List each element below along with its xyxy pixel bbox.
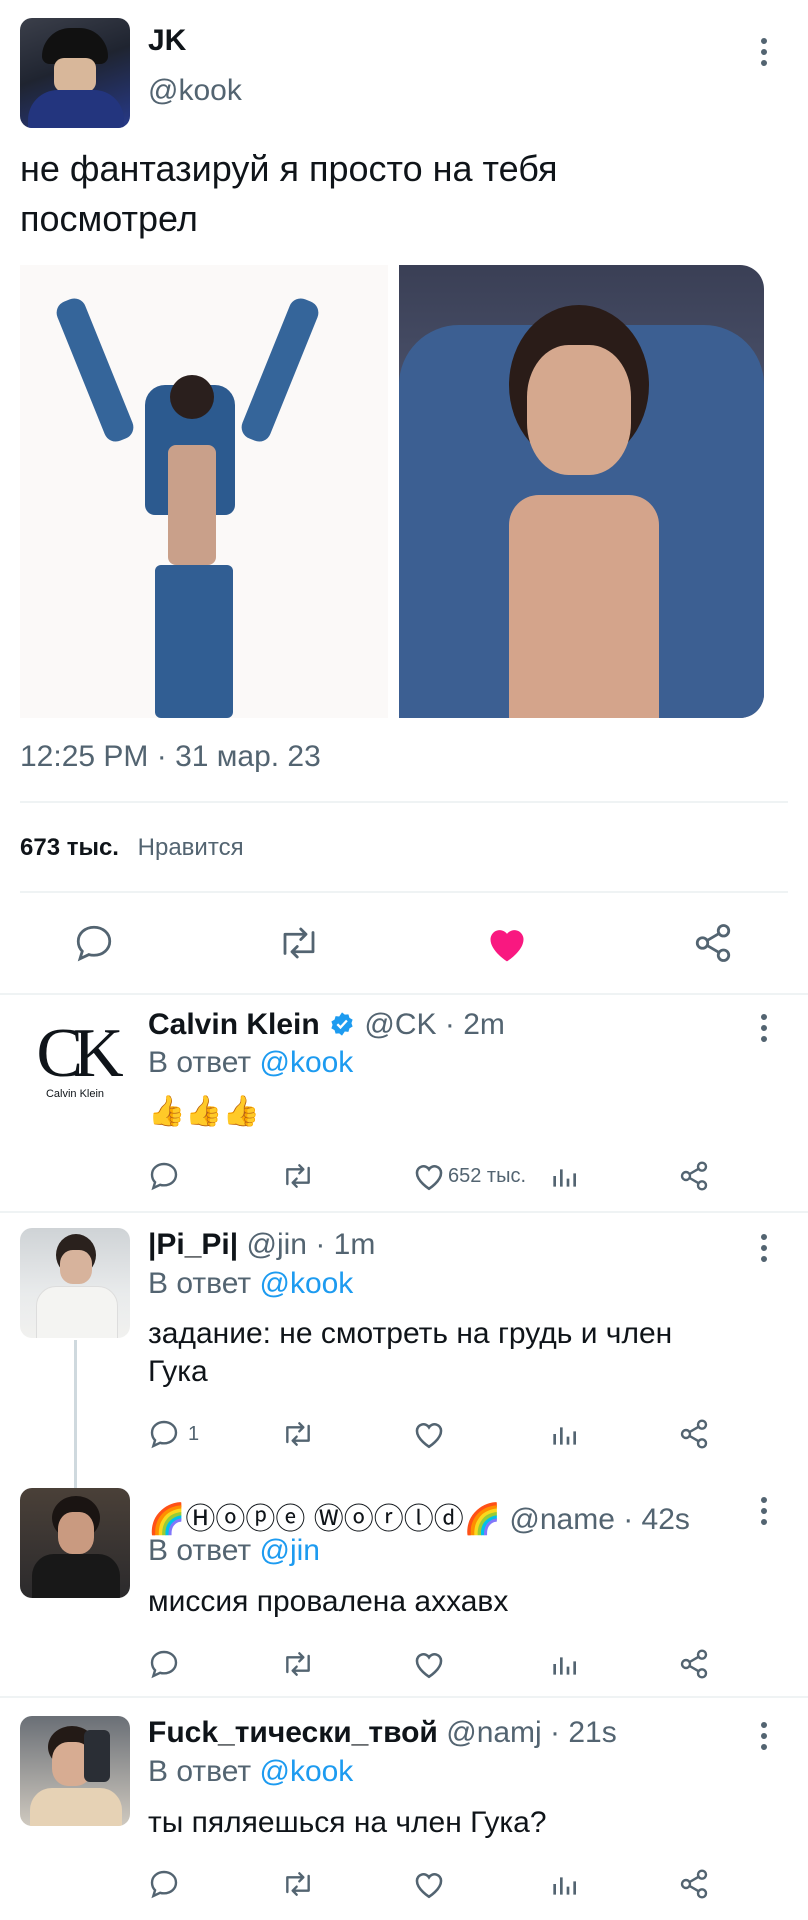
reply-context: В ответ @kook — [148, 1267, 353, 1301]
ck-mark: CK — [36, 1015, 123, 1092]
share-icon[interactable] — [678, 1418, 710, 1450]
reply-prefix: В ответ — [148, 1046, 252, 1079]
reply-icon[interactable] — [148, 1648, 180, 1680]
reply-context: В ответ @kook — [148, 1046, 353, 1080]
reply-to-handle[interactable]: @jin — [259, 1534, 319, 1567]
reply-text-line: задание: не смотреть на грудь и член — [148, 1317, 673, 1350]
share-icon[interactable] — [678, 1160, 710, 1192]
share-icon[interactable] — [678, 1648, 710, 1680]
divider — [0, 1211, 808, 1213]
likes-stats[interactable]: 673 тыс. Нравится — [20, 834, 244, 862]
retweet-icon[interactable] — [280, 1868, 316, 1900]
reply-text: ты пяляешься на член Гука? — [148, 1806, 547, 1839]
reply-count: 1 — [188, 1423, 200, 1445]
reply-prefix: В ответ — [148, 1534, 252, 1567]
reply-header: Fuck_тически_твой @namj · 21s — [148, 1716, 617, 1750]
views-icon[interactable] — [548, 1160, 580, 1192]
reply-to-handle[interactable]: @kook — [259, 1046, 353, 1079]
reply-text: 👍👍👍 — [148, 1095, 261, 1128]
divider — [0, 1696, 808, 1698]
reply-text-line: Гука — [148, 1355, 208, 1388]
divider — [0, 993, 808, 995]
tweet-photo-2[interactable] — [399, 265, 764, 718]
reply-context: В ответ @kook — [148, 1755, 353, 1789]
author-avatar[interactable] — [20, 18, 130, 128]
tweet-text-line: посмотрел — [20, 198, 198, 239]
tweet-timestamp[interactable]: 12:25 PM · 31 мар. 23 — [20, 740, 321, 774]
verified-badge-icon — [331, 1012, 353, 1036]
views-icon[interactable] — [548, 1418, 580, 1450]
author-name[interactable]: JK — [148, 24, 186, 58]
share-icon[interactable] — [692, 922, 734, 964]
views-icon[interactable] — [548, 1868, 580, 1900]
more-options-icon[interactable] — [759, 1014, 769, 1047]
reply-prefix: В ответ — [148, 1267, 252, 1300]
like-count: 652 тыс. — [448, 1165, 527, 1187]
reply-author-name[interactable]: Calvin Klein — [148, 1008, 320, 1041]
more-options-icon[interactable] — [759, 1722, 769, 1755]
like-icon[interactable] — [412, 1648, 446, 1680]
tweet-photo-1[interactable] — [20, 265, 388, 718]
reply-icon[interactable] — [148, 1868, 180, 1900]
divider — [20, 891, 788, 893]
divider — [20, 801, 788, 803]
likes-label: Нравится — [137, 834, 244, 861]
retweet-icon[interactable] — [280, 1648, 316, 1680]
reply-icon[interactable] — [73, 922, 115, 964]
more-options-icon[interactable] — [759, 1497, 769, 1530]
reply-handle[interactable]: @CK · 2m — [364, 1008, 504, 1041]
thread-line — [74, 1340, 77, 1488]
reply-handle[interactable]: @jin · 1m — [247, 1228, 376, 1261]
reply-avatar[interactable] — [20, 1488, 130, 1598]
reply-context: В ответ @jin — [148, 1534, 320, 1568]
reply-author-name[interactable]: Fuck_тически_твой — [148, 1716, 438, 1749]
reply-icon[interactable] — [148, 1418, 180, 1450]
reply-prefix: В ответ — [148, 1755, 252, 1788]
reply-author-name[interactable]: 🌈Ⓗⓞⓟⓔ Ⓦⓞⓡⓛⓓ🌈 — [148, 1503, 501, 1536]
reply-header: |Pi_Pi| @jin · 1m — [148, 1228, 375, 1262]
retweet-icon[interactable] — [280, 1160, 316, 1192]
tweet-text-line: не фантазируй я просто на тебя — [20, 148, 558, 189]
retweet-icon[interactable] — [280, 1418, 316, 1450]
retweet-icon[interactable] — [276, 922, 322, 964]
reply-handle[interactable]: @name · 42s — [509, 1503, 690, 1536]
reply-to-handle[interactable]: @kook — [259, 1755, 353, 1788]
more-options-icon[interactable] — [759, 1234, 769, 1267]
like-icon[interactable] — [412, 1160, 446, 1192]
likes-count: 673 тыс. — [20, 834, 119, 861]
tweet-text: не фантазируй я просто на тебя посмотрел — [20, 144, 558, 244]
author-handle[interactable]: @kook — [148, 74, 242, 108]
reply-avatar[interactable] — [20, 1228, 130, 1338]
reply-icon[interactable] — [148, 1160, 180, 1192]
more-options-icon[interactable] — [759, 38, 769, 71]
calvin-klein-logo[interactable]: CK Calvin Klein — [20, 1008, 130, 1118]
reply-text: задание: не смотреть на грудь и член Гук… — [148, 1315, 672, 1391]
like-icon[interactable] — [412, 1868, 446, 1900]
reply-text: миссия провалена аххавх — [148, 1585, 509, 1618]
reply-header: 🌈Ⓗⓞⓟⓔ Ⓦⓞⓡⓛⓓ🌈 @name · 42s — [148, 1494, 690, 1538]
share-icon[interactable] — [678, 1868, 710, 1900]
reply-header: Calvin Klein @CK · 2m — [148, 1008, 505, 1042]
reply-handle[interactable]: @namj · 21s — [446, 1716, 617, 1749]
like-icon[interactable] — [412, 1418, 446, 1450]
like-heart-icon[interactable] — [485, 922, 529, 964]
reply-avatar[interactable] — [20, 1716, 130, 1826]
reply-to-handle[interactable]: @kook — [259, 1267, 353, 1300]
reply-author-name[interactable]: |Pi_Pi| — [148, 1228, 238, 1261]
views-icon[interactable] — [548, 1648, 580, 1680]
